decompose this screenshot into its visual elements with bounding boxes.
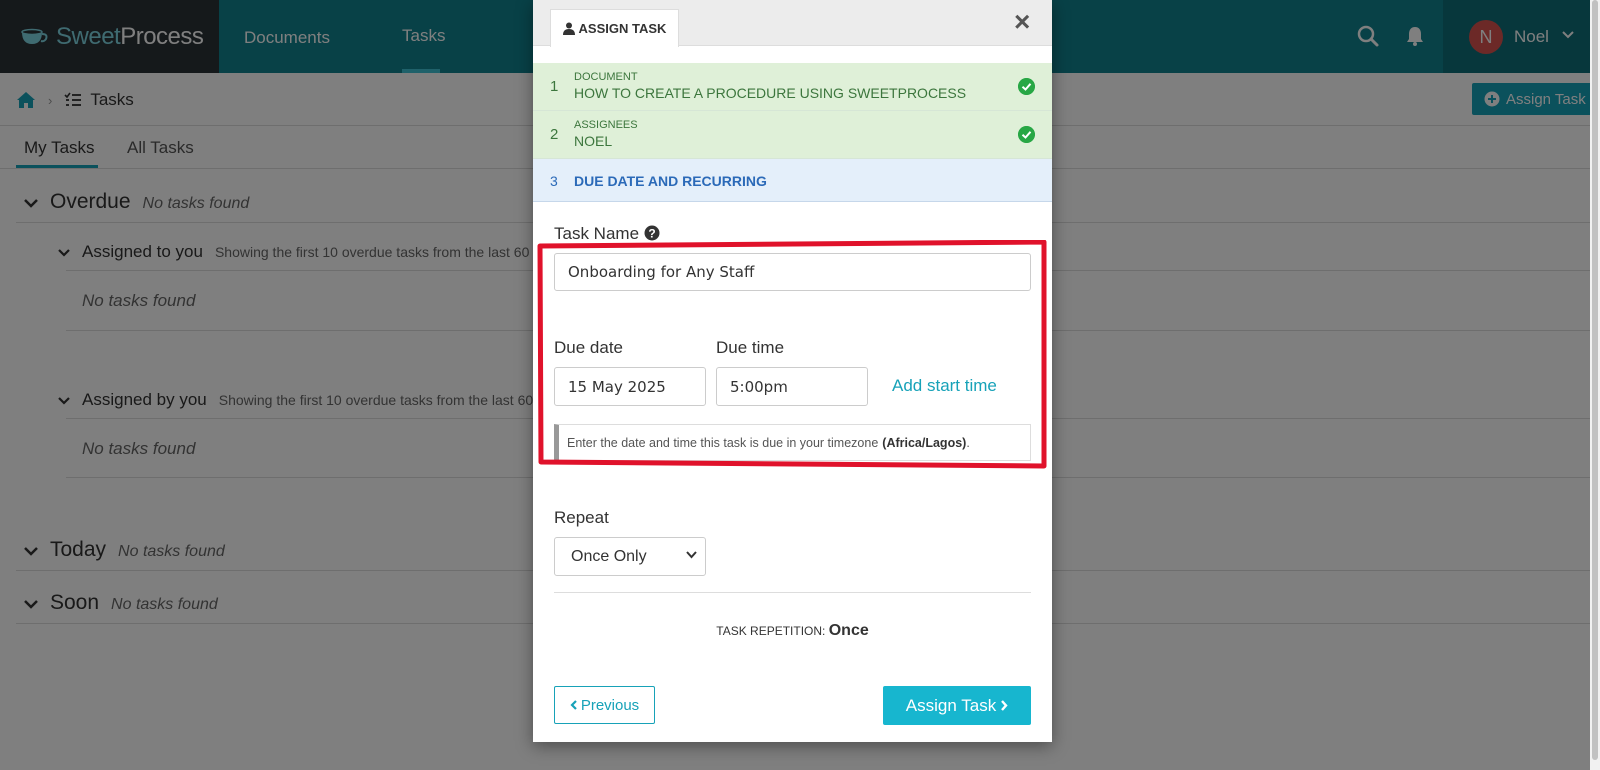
repetition-label: TASK REPETITION:	[716, 624, 826, 638]
timezone-help-box: Enter the date and time this task is due…	[554, 424, 1031, 461]
divider	[554, 592, 1031, 593]
scrollbar-thumb[interactable]	[1592, 0, 1598, 760]
modal-tab-label: ASSIGN TASK	[578, 21, 667, 36]
task-name-input[interactable]: Onboarding for Any Staff	[554, 253, 1031, 291]
check-circle-icon	[1018, 126, 1035, 143]
help-text: Enter the date and time this task is due…	[567, 435, 879, 450]
previous-button-label: Previous	[580, 696, 640, 714]
repeat-label: Repeat	[554, 508, 609, 527]
repeat-select[interactable]: Once Only	[554, 537, 706, 576]
step-value: NOEL	[574, 133, 613, 149]
task-repetition-summary: TASK REPETITION: Once	[533, 622, 1052, 640]
step-label: ASSIGNEES	[574, 119, 638, 131]
step-due-date-recurring[interactable]: 3 DUE DATE AND RECURRING	[533, 159, 1052, 202]
step-label: DUE DATE AND RECURRING	[574, 173, 767, 189]
svg-text:?: ?	[648, 227, 655, 241]
step-label: DOCUMENT	[574, 71, 638, 83]
previous-button[interactable]: Previous	[554, 686, 655, 724]
step-number: 1	[550, 78, 559, 95]
step-document[interactable]: 1 DOCUMENT HOW TO CREATE A PROCEDURE USI…	[533, 63, 1052, 111]
due-time-label: Due time	[716, 338, 785, 357]
help-icon[interactable]: ?	[644, 225, 660, 241]
repeat-select-value: Once Only	[571, 547, 647, 565]
step-value: HOW TO CREATE A PROCEDURE USING SWEETPRO…	[574, 85, 967, 101]
step-number: 3	[550, 173, 558, 189]
add-start-time-link[interactable]: Add start time	[892, 376, 997, 396]
assign-task-button-label: Assign Task	[905, 695, 997, 715]
due-time-input[interactable]: 5:00pm	[716, 367, 868, 406]
chevron-right-icon	[1001, 700, 1008, 711]
check-circle-icon	[1018, 78, 1035, 95]
modal-header: ASSIGN TASK ×	[533, 0, 1052, 47]
timezone-text: (Africa/Lagos)	[882, 435, 967, 450]
assign-task-modal: ASSIGN TASK × 1 DOCUMENT HOW TO CREATE A…	[533, 0, 1052, 742]
chevron-left-icon	[570, 700, 577, 710]
task-name-label: Task Name ?	[554, 224, 660, 244]
close-icon[interactable]: ×	[1014, 6, 1030, 38]
due-date-input[interactable]: 15 May 2025	[554, 367, 706, 406]
assign-task-button[interactable]: Assign Task	[883, 686, 1031, 725]
step-number: 2	[550, 126, 559, 143]
user-icon	[562, 22, 575, 35]
chevron-down-icon	[686, 551, 697, 559]
due-date-label: Due date	[554, 338, 623, 357]
repetition-value: Once	[828, 622, 869, 639]
modal-tab-assign-task[interactable]: ASSIGN TASK	[550, 9, 679, 47]
step-assignees[interactable]: 2 ASSIGNEES NOEL	[533, 111, 1052, 159]
